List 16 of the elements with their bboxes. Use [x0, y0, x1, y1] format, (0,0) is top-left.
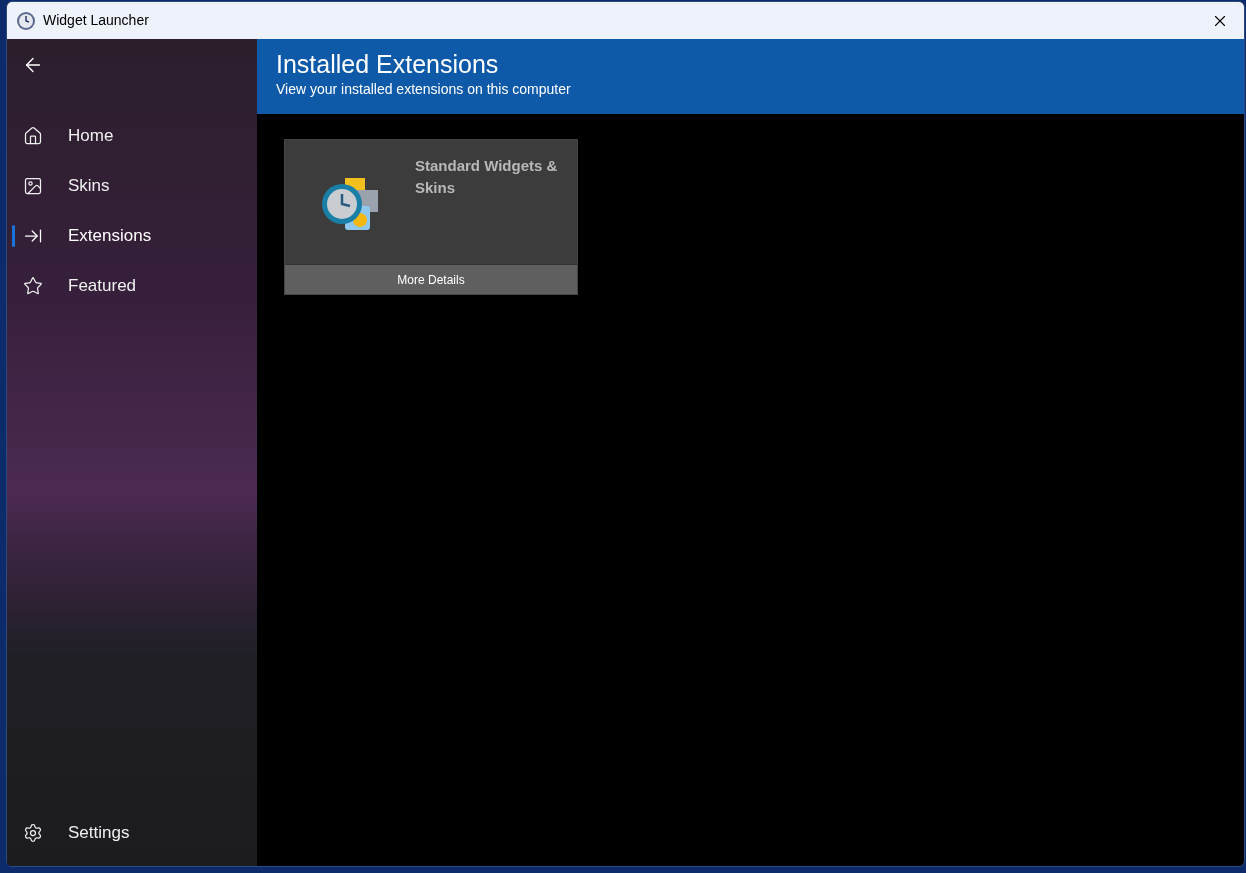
- more-details-button[interactable]: More Details: [285, 264, 577, 294]
- nav-item[interactable]: Home: [7, 111, 257, 161]
- page-subtitle: View your installed extensions on this computer: [276, 80, 572, 99]
- nav-item[interactable]: Featured: [7, 261, 257, 311]
- home-icon: [23, 126, 43, 146]
- clock-widgets-icon: [320, 176, 380, 232]
- clock-icon: [16, 10, 36, 31]
- window-title: Widget Launcher: [43, 11, 149, 30]
- page-title: Installed Extensions: [276, 49, 500, 79]
- image-icon: [23, 176, 43, 196]
- nav-item[interactable]: Extensions: [7, 211, 257, 261]
- settings-icon: [23, 823, 43, 843]
- nav-item[interactable]: Settings: [7, 808, 257, 858]
- nav-item[interactable]: Skins: [7, 161, 257, 211]
- extension-name: Standard Widgets & Skins: [415, 156, 559, 198]
- star-icon: [23, 276, 43, 296]
